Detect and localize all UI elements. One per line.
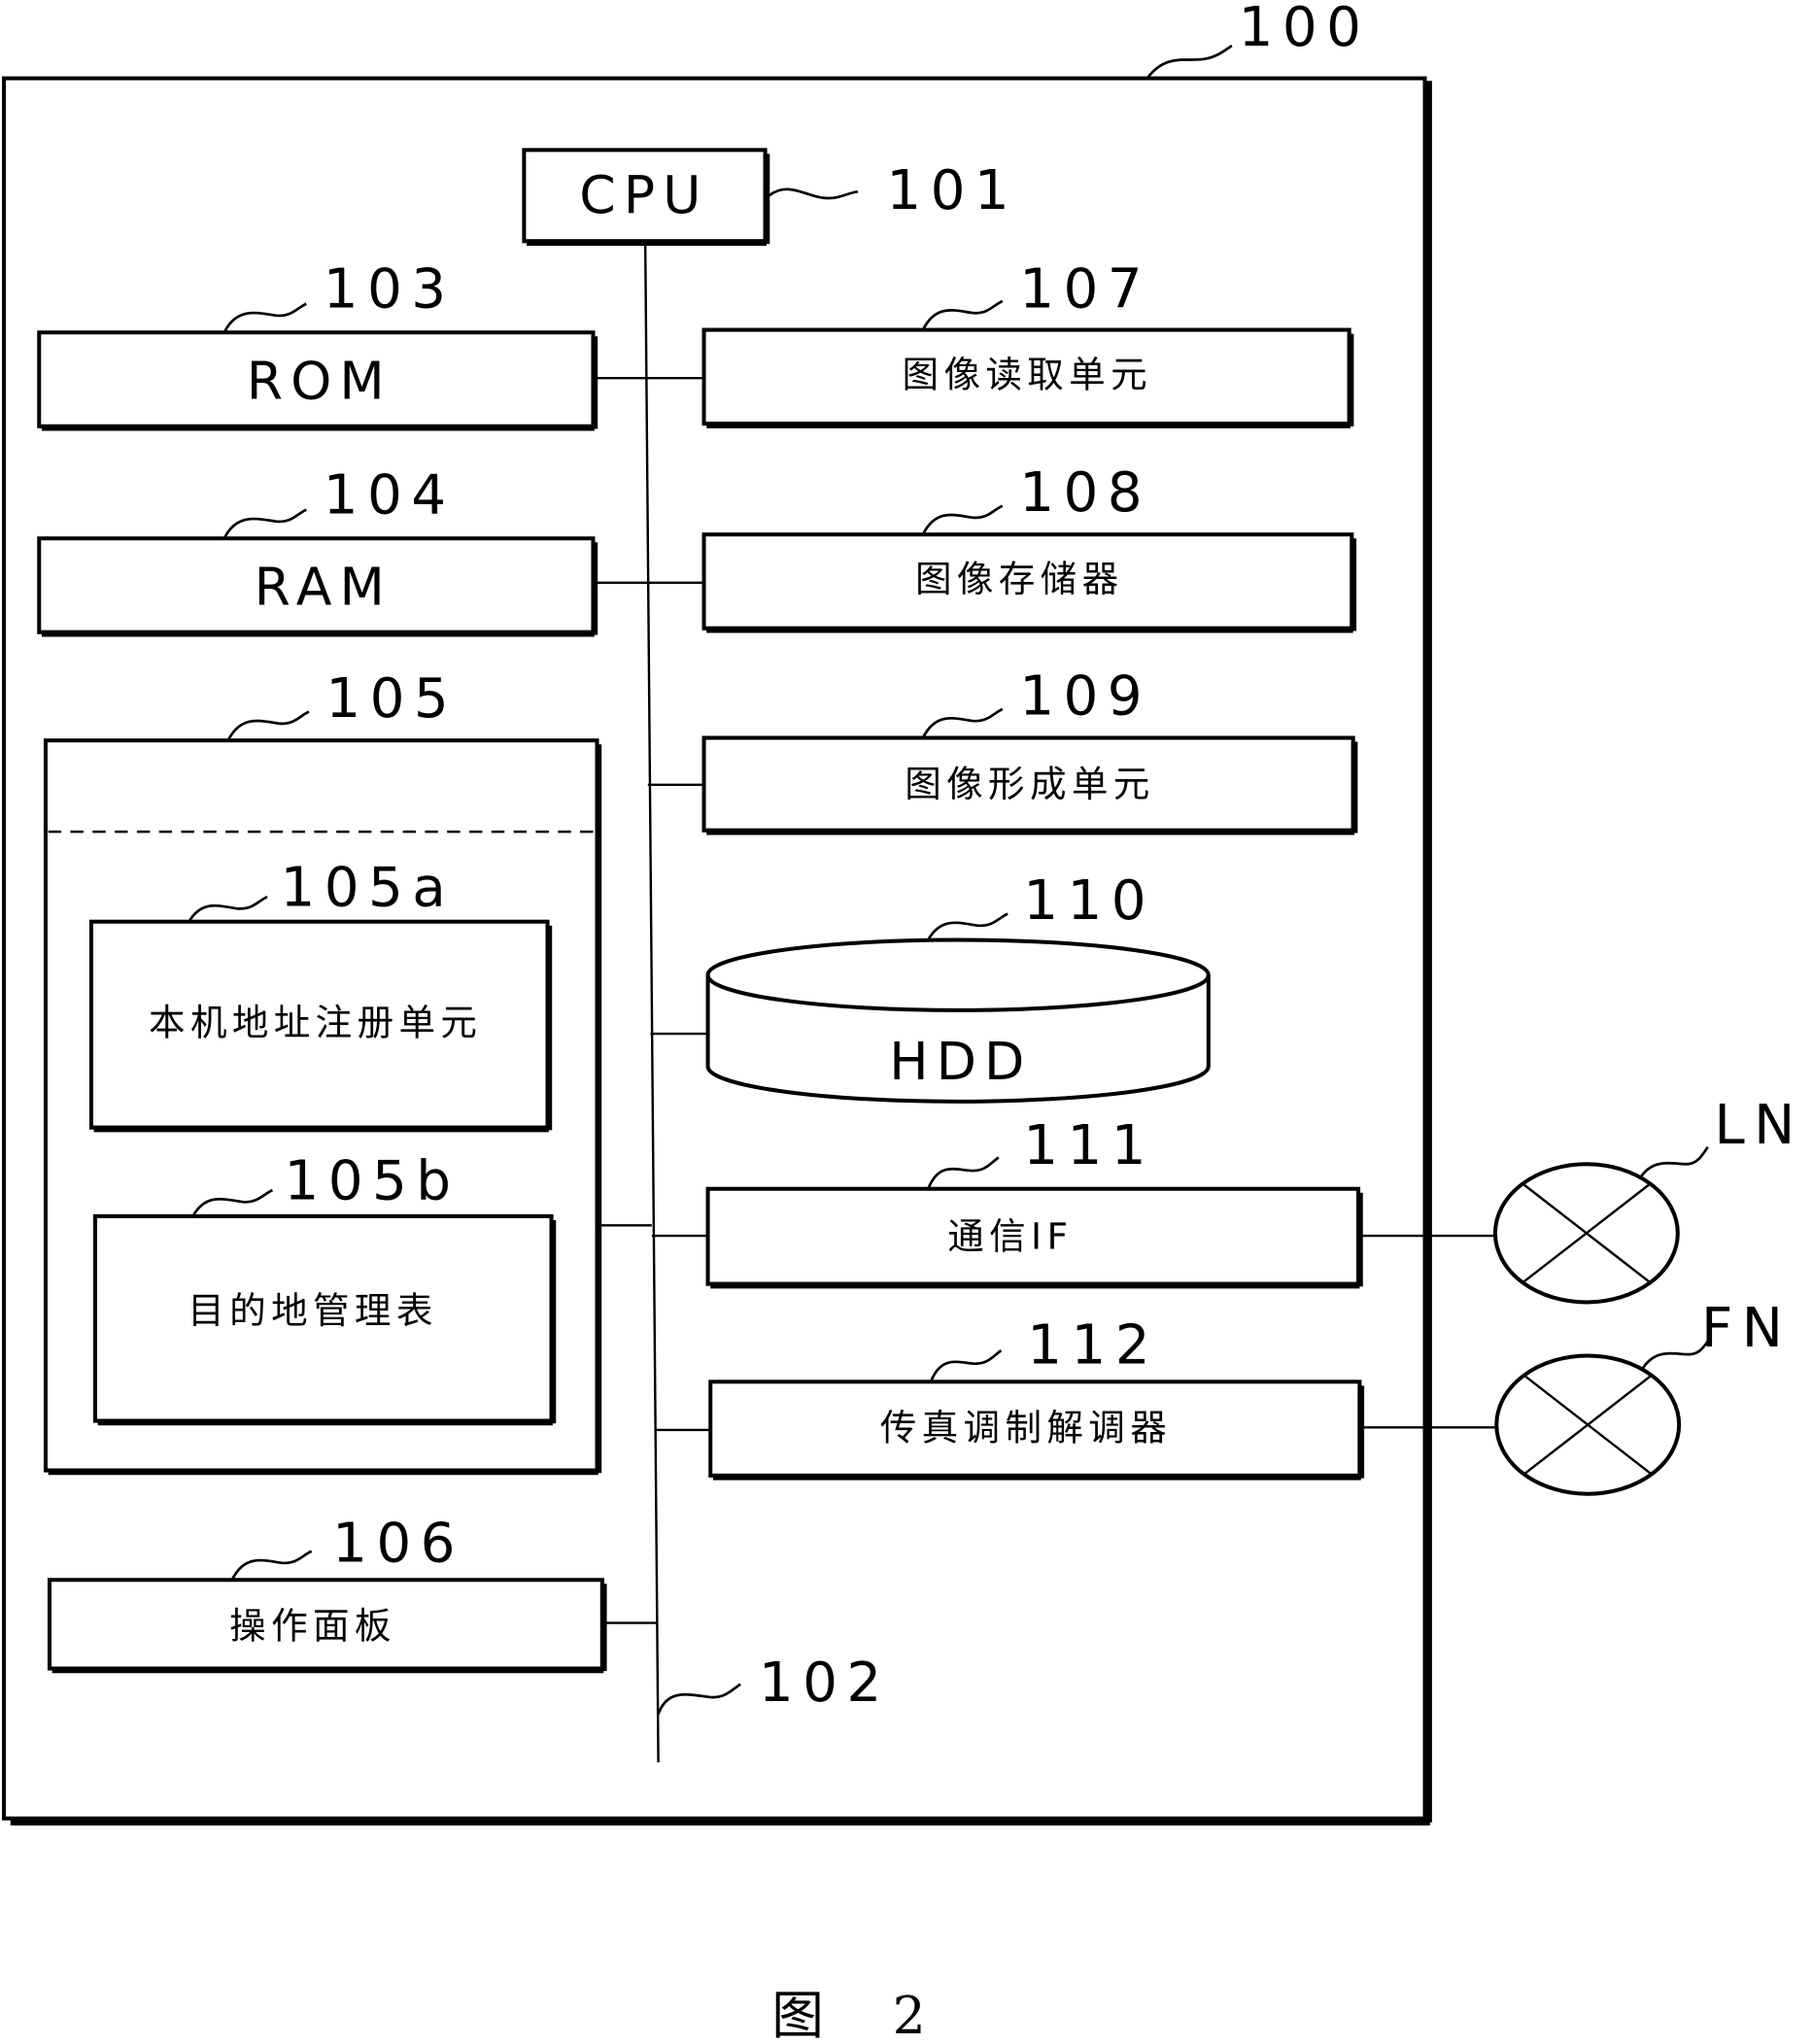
fax-network: FN xyxy=(1494,1297,1792,1496)
rom-ref-label: 103 xyxy=(324,258,456,322)
hdd-cylinder-top xyxy=(705,937,1211,1012)
bus-ref-label: 102 xyxy=(759,1652,891,1715)
fax-label: FN xyxy=(1701,1297,1792,1360)
fax-modem-label: 传真调制解调器 xyxy=(880,1407,1172,1449)
hardware-block-diagram: 100 102 CPU 101 ROM 103 RAM 104 105 本机地址… xyxy=(2,0,1803,2044)
ram-ref-label: 104 xyxy=(324,464,456,528)
storage-ref-label: 105 xyxy=(325,667,458,731)
cpu-ref-label: 101 xyxy=(886,159,1018,222)
own-address-registration-label: 本机地址注册单元 xyxy=(149,1001,482,1043)
image-forming-unit-label: 图像形成单元 xyxy=(905,763,1154,805)
device-leader xyxy=(1145,44,1233,80)
destination-table-ref-label: 105b xyxy=(284,1149,460,1212)
storage-block: 105 本机地址注册单元 105a 目的地管理表 105b xyxy=(43,667,652,1476)
rom-label: ROM xyxy=(247,351,393,412)
own-address-registration-ref-label: 105a xyxy=(280,857,455,920)
hdd-ref-label: 110 xyxy=(1023,869,1155,933)
lan-leader xyxy=(1638,1146,1709,1179)
device-ref-label: 100 xyxy=(1239,0,1371,59)
comm-if-ref-label: 111 xyxy=(1023,1114,1155,1177)
fax-leader xyxy=(1641,1336,1712,1370)
hdd-label: HDD xyxy=(889,1031,1032,1092)
operation-panel-label: 操作面板 xyxy=(229,1605,396,1648)
image-forming-unit-ref-label: 109 xyxy=(1019,664,1151,728)
image-memory-ref-label: 108 xyxy=(1019,461,1151,525)
figure-caption: 图 2 xyxy=(771,1985,951,2044)
comm-if-label: 通信IF xyxy=(947,1214,1073,1257)
cpu-label: CPU xyxy=(579,164,708,225)
lan-network: LN xyxy=(1492,1094,1803,1305)
image-reading-unit-label: 图像读取单元 xyxy=(903,354,1152,396)
lan-label: LN xyxy=(1714,1094,1803,1157)
destination-table-label: 目的地管理表 xyxy=(188,1289,437,1332)
ram-label: RAM xyxy=(255,557,393,618)
fax-modem-ref-label: 112 xyxy=(1027,1314,1159,1378)
operation-panel-ref-label: 106 xyxy=(332,1512,464,1575)
image-reading-unit-ref-label: 107 xyxy=(1019,258,1151,322)
image-memory-label: 图像存储器 xyxy=(915,558,1124,600)
